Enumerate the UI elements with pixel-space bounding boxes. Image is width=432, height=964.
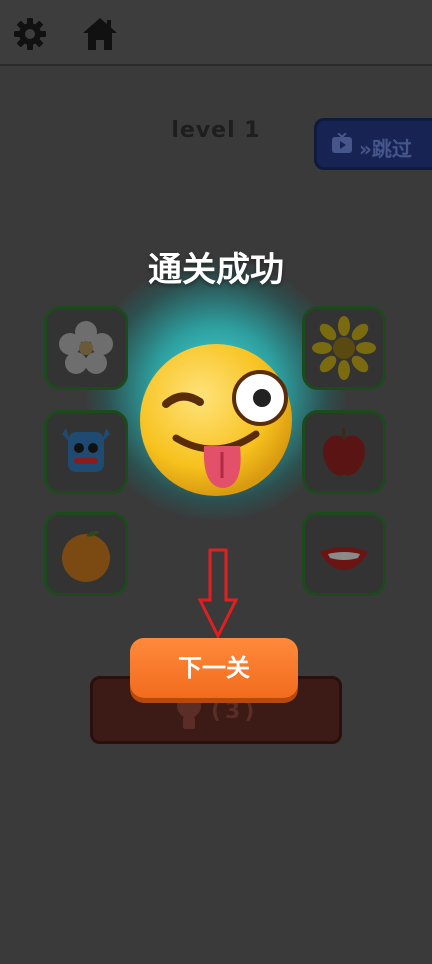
tile-sunflower[interactable] bbox=[302, 306, 386, 390]
hint-count: (3) bbox=[211, 699, 259, 724]
skip-button[interactable]: »跳过 bbox=[314, 118, 432, 170]
tile-lips[interactable] bbox=[302, 512, 386, 596]
tile-orange[interactable] bbox=[44, 512, 128, 596]
tile-blue-monster[interactable] bbox=[44, 410, 128, 494]
gear-icon[interactable] bbox=[10, 14, 50, 54]
top-bar bbox=[0, 0, 432, 66]
flower-icon bbox=[59, 321, 113, 374]
tile-flower[interactable] bbox=[44, 306, 128, 390]
home-icon[interactable] bbox=[80, 14, 120, 54]
skip-button-label: »跳过 bbox=[359, 137, 412, 161]
down-arrow-icon bbox=[198, 548, 238, 640]
apple-icon bbox=[323, 428, 365, 476]
result-title: 通关成功 bbox=[148, 250, 284, 290]
orange-icon bbox=[62, 530, 110, 582]
tile-apple[interactable] bbox=[302, 410, 386, 494]
next-level-button[interactable]: 下一关 bbox=[130, 638, 298, 698]
tv-icon bbox=[332, 133, 352, 153]
sunflower-icon bbox=[312, 316, 376, 380]
winking-tongue-emoji bbox=[140, 344, 292, 496]
lightbulb-icon bbox=[177, 694, 201, 729]
lips-icon bbox=[320, 547, 368, 570]
blue-monster-icon bbox=[62, 428, 110, 472]
